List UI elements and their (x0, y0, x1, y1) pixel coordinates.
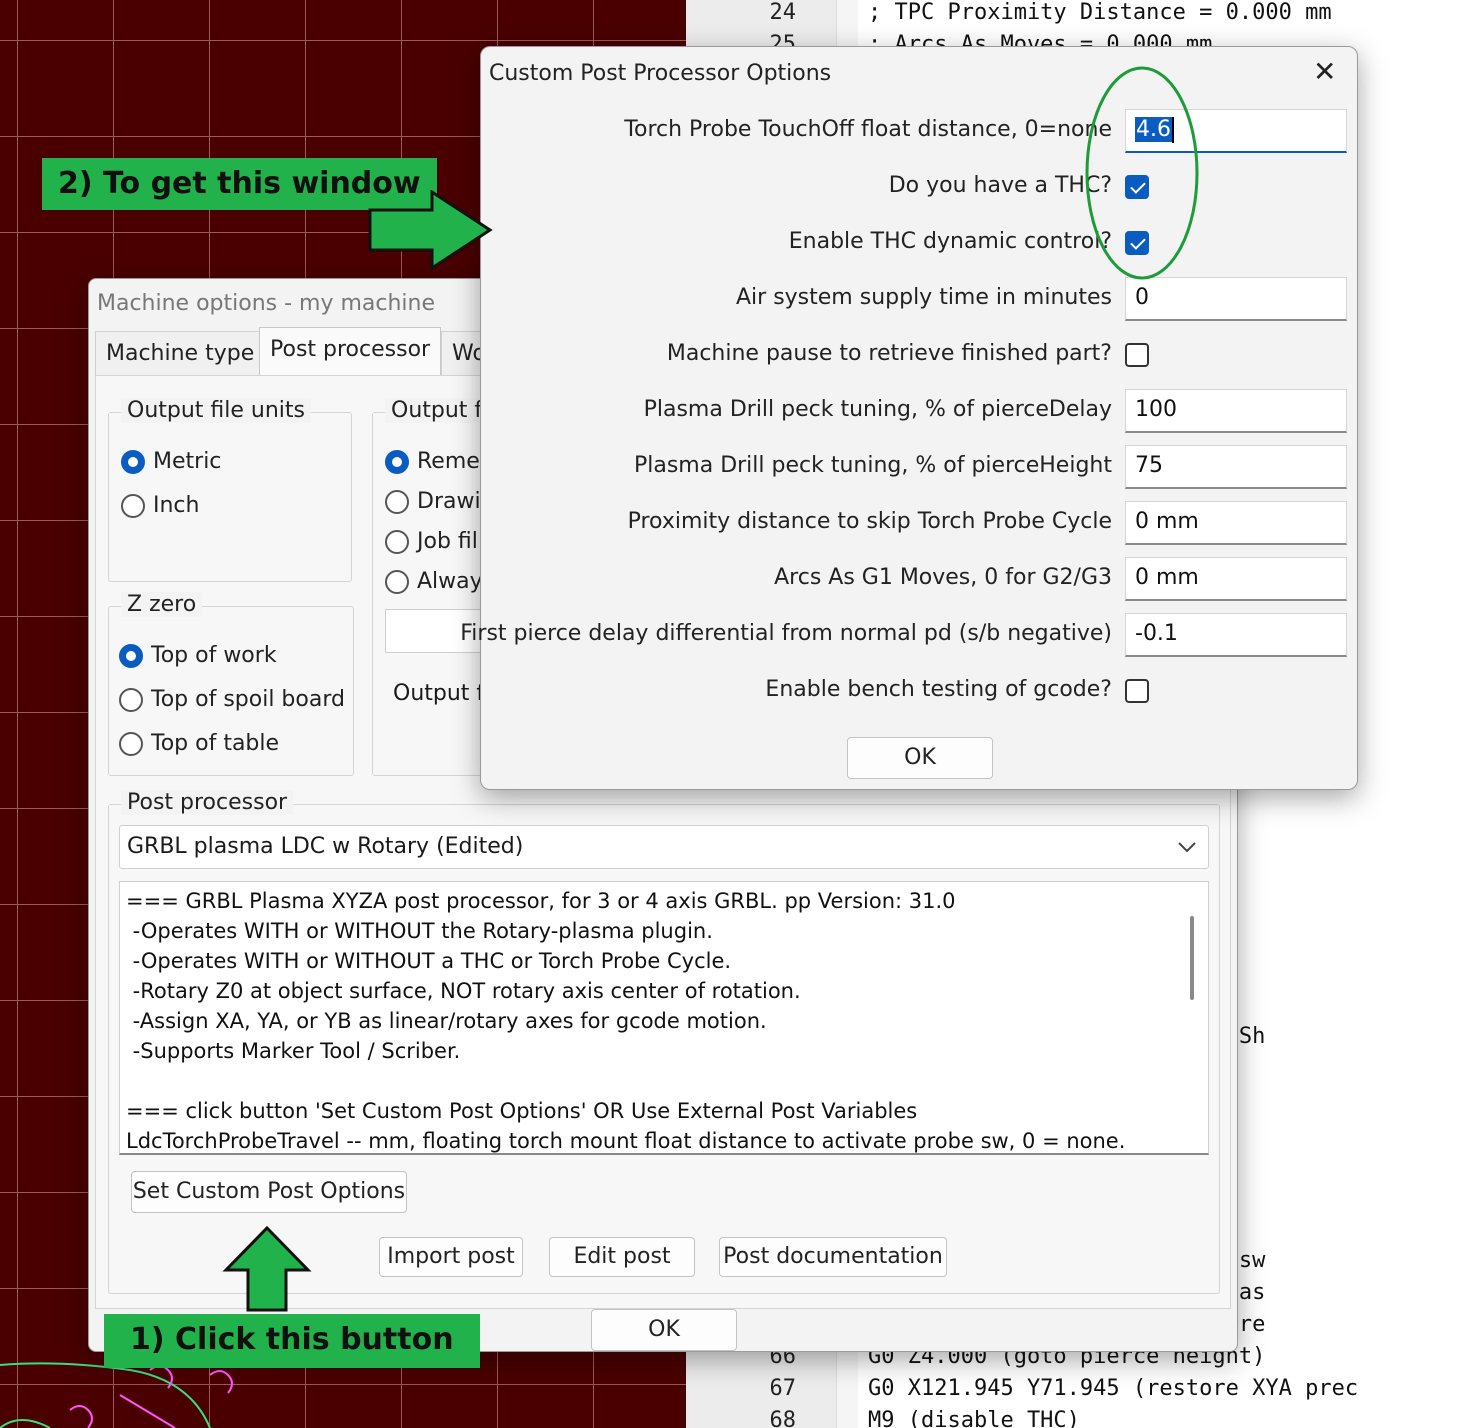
right-arrow-icon (368, 190, 493, 270)
option-value: 0 mm (1135, 509, 1199, 534)
radio-metric-indicator (121, 449, 145, 474)
custom-post-options-dialog: Custom Post Processor Options ✕ Torch Pr… (460, 46, 1358, 790)
radio-job-file-label: Job fil (417, 529, 478, 554)
z-zero-label: Z zero (121, 592, 203, 617)
radio-always-label: Alway (417, 569, 483, 594)
radio-inch-indicator (121, 493, 145, 518)
radio-top-of-work-indicator (119, 643, 143, 668)
import-post-button[interactable]: Import post (379, 1237, 523, 1277)
option-value: -0.1 (1135, 621, 1178, 646)
option-checkbox[interactable] (1125, 679, 1149, 703)
option-text-field[interactable]: 0 mm (1125, 501, 1347, 545)
line-number: 67 (769, 1376, 797, 1401)
option-checkbox[interactable] (1125, 343, 1149, 367)
post-processor-select[interactable]: GRBL plasma LDC w Rotary (Edited) (119, 825, 1209, 869)
edit-post-button[interactable]: Edit post (549, 1237, 695, 1277)
radio-metric[interactable]: Metric (121, 449, 221, 474)
option-value: 0 (1135, 285, 1149, 310)
chevron-down-icon (1178, 842, 1196, 853)
radio-top-of-table-indicator (119, 731, 143, 756)
option-text-field[interactable]: 0 mm (1125, 557, 1347, 601)
z-zero-group: Z zero Top of work Top of spoil board To… (108, 592, 354, 776)
code-line: G0 X121.945 Y71.945 (restore XYA prec (868, 1376, 1359, 1401)
tab-post-processor[interactable]: Post processor (259, 327, 442, 375)
code-line: M9 (disable THC) (868, 1408, 1080, 1428)
tab-machine-type[interactable]: Machine type (95, 331, 266, 375)
description-line: -Operates WITH or WITHOUT the Rotary-pla… (126, 919, 713, 943)
option-text-field[interactable]: -0.1 (1125, 613, 1347, 657)
machine-options-title: Machine options - my machine (97, 291, 436, 316)
radio-drawing[interactable]: Drawi (385, 489, 481, 514)
option-label: Air system supply time in minutes (736, 285, 1112, 310)
output-file-label: Output f (393, 681, 485, 706)
description-line: === click button 'Set Custom Post Option… (126, 1099, 918, 1123)
option-value: 100 (1135, 397, 1177, 422)
option-label: Arcs As G1 Moves, 0 for G2/G3 (774, 565, 1112, 590)
radio-always-indicator (385, 569, 409, 594)
close-icon[interactable]: ✕ (1313, 55, 1336, 88)
option-label: Plasma Drill peck tuning, % of pierceHei… (633, 453, 1112, 478)
radio-drawing-label: Drawi (417, 489, 481, 514)
description-line: LdcTorchProbeTravel -- mm, floating torc… (126, 1129, 1126, 1153)
description-line: -Rotary Z0 at object surface, NOT rotary… (126, 979, 801, 1003)
radio-inch-label: Inch (153, 493, 200, 518)
radio-inch[interactable]: Inch (121, 493, 199, 518)
radio-top-of-spoil-board[interactable]: Top of spoil board (119, 687, 345, 712)
option-text-field[interactable]: 75 (1125, 445, 1347, 489)
radio-metric-label: Metric (153, 449, 222, 474)
radio-top-of-table-label: Top of table (151, 731, 280, 756)
radio-top-of-spoil-board-label: Top of spoil board (151, 687, 345, 712)
post-processor-label: Post processor (121, 790, 294, 815)
output-folder-label: Output f (385, 398, 489, 423)
option-value: 0 mm (1135, 565, 1199, 590)
output-units-group: Output file units Metric Inch (108, 398, 352, 582)
option-label: Proximity distance to skip Torch Probe C… (627, 509, 1112, 534)
custom-dialog-title: Custom Post Processor Options (489, 61, 832, 86)
option-label: Torch Probe TouchOff float distance, 0=n… (624, 117, 1112, 142)
highlight-circle (1085, 66, 1199, 280)
custom-dialog-ok-button[interactable]: OK (847, 737, 993, 779)
step1-callout: 1) Click this button (104, 1314, 480, 1368)
option-label: Plasma Drill peck tuning, % of pierceDel… (643, 397, 1112, 422)
output-units-label: Output file units (121, 398, 311, 423)
radio-remember[interactable]: Remer (385, 449, 489, 474)
radio-top-of-spoil-board-indicator (119, 687, 143, 712)
description-scrollbar[interactable] (1190, 916, 1194, 1000)
description-line: -Assign XA, YA, or YB as linear/rotary a… (126, 1009, 767, 1033)
machine-options-ok-button[interactable]: OK (591, 1309, 737, 1351)
post-processor-selected: GRBL plasma LDC w Rotary (Edited) (127, 834, 524, 859)
post-description-box[interactable]: === GRBL Plasma XYZA post processor, for… (119, 881, 1209, 1155)
radio-job-file[interactable]: Job fil (385, 529, 478, 554)
option-label: Machine pause to retrieve finished part? (666, 341, 1112, 366)
radio-top-of-work-label: Top of work (151, 643, 277, 668)
option-text-field[interactable]: 100 (1125, 389, 1347, 433)
option-label: Do you have a THC? (888, 173, 1112, 198)
radio-remember-indicator (385, 449, 409, 474)
option-label: First pierce delay differential from nor… (460, 621, 1112, 646)
line-number: 68 (769, 1408, 797, 1428)
radio-top-of-work[interactable]: Top of work (119, 643, 277, 668)
radio-always[interactable]: Alway (385, 569, 483, 594)
option-label: Enable bench testing of gcode? (765, 677, 1112, 702)
up-arrow-icon (222, 1226, 312, 1312)
post-processor-group: Post processor GRBL plasma LDC w Rotary … (108, 790, 1220, 1294)
option-label: Enable THC dynamic control? (788, 229, 1112, 254)
description-line: === GRBL Plasma XYZA post processor, for… (126, 889, 956, 913)
description-line: -Supports Marker Tool / Scriber. (126, 1039, 461, 1063)
set-custom-post-options-button[interactable]: Set Custom Post Options (131, 1171, 407, 1213)
radio-remember-label: Remer (417, 449, 489, 474)
option-value: 75 (1135, 453, 1163, 478)
radio-job-file-indicator (385, 529, 409, 554)
radio-drawing-indicator (385, 489, 409, 514)
description-line: -Operates WITH or WITHOUT a THC or Torch… (126, 949, 732, 973)
line-number: 24 (769, 0, 797, 25)
post-documentation-button[interactable]: Post documentation (719, 1237, 947, 1277)
radio-top-of-table[interactable]: Top of table (119, 731, 279, 756)
code-line: ; TPC Proximity Distance = 0.000 mm (868, 0, 1332, 25)
